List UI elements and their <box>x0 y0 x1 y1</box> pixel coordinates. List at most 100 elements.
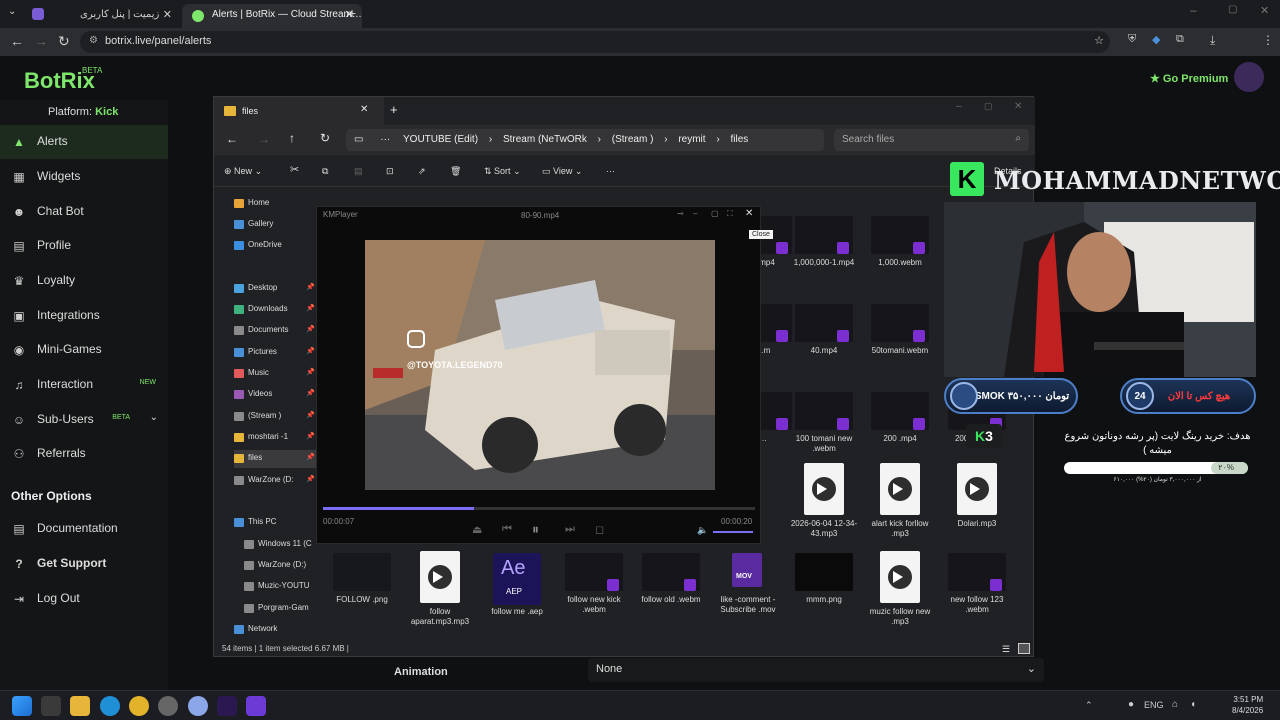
download-icon[interactable]: ⤓ <box>1210 33 1215 48</box>
sidebar-item-mini-games[interactable]: ◉ Mini-Games <box>0 333 168 367</box>
file-item[interactable]: Ae AEP follow me .aep <box>483 553 551 633</box>
back-icon[interactable]: ← <box>10 33 24 49</box>
close-icon[interactable]: ✕ <box>745 208 753 219</box>
volume-icon[interactable]: 🔈 <box>697 525 708 536</box>
nav-pane-item[interactable]: moshtari -1 📌 <box>234 429 317 447</box>
back-icon[interactable]: ← <box>226 132 238 146</box>
file-item[interactable]: 2026-06-04 12-34-43.mp3 <box>790 463 858 545</box>
sidebar-item-integrations[interactable]: ▣ Integrations <box>0 299 168 333</box>
extension-icon[interactable]: ◆ <box>1152 33 1160 46</box>
edge-icon[interactable] <box>100 696 120 716</box>
sidebar-item-sub-users[interactable]: ☺ Sub-Users BETA ⌄ <box>0 403 168 437</box>
tiles-view-icon[interactable] <box>1018 643 1030 654</box>
details-view-icon[interactable]: ☰ <box>1002 644 1010 655</box>
breadcrumb-item[interactable]: Stream (NeTwORk <box>503 134 587 145</box>
file-item[interactable]: 100 tomani new .webm <box>790 392 858 472</box>
file-item[interactable]: 50tomani.webm <box>866 304 934 384</box>
menu-icon[interactable]: ⋮ <box>1262 33 1274 47</box>
sidebar-item-documentation[interactable]: ▤ Documentation <box>0 512 168 546</box>
explorer-tab[interactable]: files ✕ <box>214 97 384 125</box>
more-icon[interactable]: ··· <box>380 134 390 145</box>
file-item[interactable]: 200 .mp4 <box>866 392 934 472</box>
site-info-icon[interactable]: ⚙ <box>89 35 98 46</box>
sidebar-item-profile[interactable]: ▤ Profile <box>0 229 168 263</box>
reload-icon[interactable]: ↻ <box>58 33 70 50</box>
widgets-icon[interactable] <box>41 696 61 716</box>
file-item[interactable]: follow new kick .webm <box>560 553 628 633</box>
new-tab-icon[interactable]: + <box>348 5 356 21</box>
windows-start-icon[interactable] <box>12 696 32 716</box>
sidebar-item-interaction[interactable]: ♫ Interaction NEW <box>0 368 168 402</box>
forward-icon[interactable]: → <box>34 33 48 49</box>
next-icon[interactable]: ⏭ <box>565 523 575 536</box>
delete-icon[interactable]: 🗑 <box>450 166 461 177</box>
sidebar-item-get-support[interactable]: ? Get Support <box>0 547 168 581</box>
file-item[interactable]: FOLLOW .png <box>328 553 396 633</box>
user-avatar[interactable] <box>1234 62 1264 92</box>
new-tab-icon[interactable]: + <box>390 102 398 117</box>
view-button[interactable]: ▭ View ⌄ <box>542 166 582 177</box>
volume-slider[interactable] <box>713 531 753 533</box>
puzzle-icon[interactable]: ⧉ <box>1176 33 1184 46</box>
file-item[interactable]: follow aparat.mp3.mp3 <box>406 551 474 633</box>
video-frame[interactable]: @TOYOTA.LEGEND70 <box>365 240 715 490</box>
sidebar-item-alerts[interactable]: ▲ Alerts <box>0 125 168 159</box>
file-item[interactable]: follow old .webm <box>637 553 705 633</box>
url-field[interactable]: ⚙ botrix.live/panel/alerts ☆ <box>80 31 1110 53</box>
nav-pane-item[interactable]: (Stream ) 📌 <box>234 408 317 426</box>
nav-pane-item[interactable]: Downloads 📌 <box>234 301 317 319</box>
nav-pane-item[interactable]: This PC <box>234 514 317 532</box>
breadcrumb[interactable]: ▭ ··· YOUTUBE (Edit) › Stream (NeTwORk ›… <box>346 129 824 151</box>
breadcrumb-item[interactable]: YOUTUBE (Edit) <box>403 134 478 145</box>
browser-tab-1[interactable]: زیمیت | پنل کاربری ✕ <box>50 4 180 28</box>
shield-icon[interactable]: ⛨ <box>1128 33 1136 46</box>
maximize-icon[interactable]: ▢ <box>1228 4 1237 15</box>
file-item[interactable]: 1,000.webm <box>866 216 934 296</box>
previous-icon[interactable]: ⏮ <box>502 523 512 536</box>
tab-search-icon[interactable]: ⌄ <box>8 6 16 17</box>
more-options-icon[interactable]: ··· <box>606 166 615 176</box>
fullscreen-icon[interactable]: ⛶ <box>727 209 733 219</box>
clock[interactable]: 3:51 PM 8/4/2026 <box>1232 694 1263 716</box>
search-input[interactable]: Search files ⌕ <box>834 129 1029 151</box>
sidebar-item-log-out[interactable]: ⇥ Log Out <box>0 582 168 616</box>
up-arrow-icon[interactable]: ↑ <box>289 131 295 145</box>
nav-pane-item[interactable]: Pictures 📌 <box>234 344 317 362</box>
copy-icon[interactable]: ⧉ <box>322 166 328 177</box>
paste-icon[interactable]: ▤ <box>354 166 363 177</box>
premiere-icon[interactable] <box>217 696 237 716</box>
nav-pane-item[interactable]: Gallery <box>234 216 317 234</box>
new-button[interactable]: ⊕ New ⌄ <box>224 166 262 177</box>
nav-pane-item[interactable]: files 📌 <box>234 450 317 468</box>
file-item[interactable]: 40.mp4 <box>790 304 858 384</box>
video-app-icon[interactable] <box>246 696 266 716</box>
close-window-icon[interactable]: ✕ <box>1014 101 1022 112</box>
mic-icon[interactable]: ● <box>1128 699 1134 710</box>
nav-pane-item[interactable]: WarZone (D:) <box>244 557 327 575</box>
file-explorer-icon[interactable] <box>70 696 90 716</box>
file-item[interactable]: Dolari.mp3 <box>943 463 1011 545</box>
nav-pane-item[interactable]: Home <box>234 195 317 213</box>
go-premium-button[interactable]: ★ Go Premium <box>1150 72 1228 85</box>
language-indicator[interactable]: ENG <box>1144 700 1164 710</box>
sidebar-item-loyalty[interactable]: ♛ Loyalty <box>0 264 168 298</box>
nav-pane-item[interactable]: Desktop 📌 <box>234 280 317 298</box>
breadcrumb-item[interactable]: (Stream ) <box>612 134 654 145</box>
sidebar-item-chat-bot[interactable]: ☻ Chat Bot <box>0 195 168 229</box>
minimize-icon[interactable]: – <box>693 209 697 218</box>
refresh-icon[interactable]: ↻ <box>320 131 330 145</box>
close-icon[interactable]: ✕ <box>163 8 172 21</box>
nav-pane-item[interactable]: Porgram-Gam <box>244 600 327 618</box>
file-item[interactable]: alart kick forllow .mp3 <box>866 463 934 545</box>
share-icon[interactable]: ⇗ <box>418 166 426 177</box>
nav-pane-item[interactable]: Videos 📌 <box>234 386 317 404</box>
app-icon[interactable] <box>188 696 208 716</box>
animation-select[interactable]: None ⌄ <box>588 658 1044 682</box>
cut-icon[interactable]: ✂ <box>290 163 299 176</box>
sort-button[interactable]: ⇅ Sort ⌄ <box>484 166 521 177</box>
close-window-icon[interactable]: ✕ <box>1260 4 1269 17</box>
chevron-up-icon[interactable]: ⌃ <box>1085 700 1093 711</box>
minimize-icon[interactable]: – <box>956 101 962 112</box>
stop-icon[interactable]: ◻ <box>595 523 604 536</box>
pause-icon[interactable]: ⏸ <box>532 521 539 538</box>
